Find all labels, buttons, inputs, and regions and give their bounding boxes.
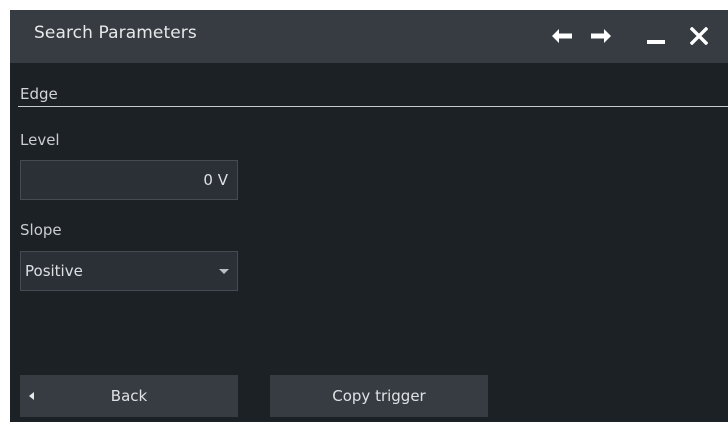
copy-trigger-button-label: Copy trigger <box>332 387 426 405</box>
back-button[interactable]: Back <box>20 375 238 417</box>
slope-select[interactable]: Positive <box>20 251 238 291</box>
section-divider <box>18 106 728 107</box>
slope-label: Slope <box>20 221 62 239</box>
level-input[interactable]: 0 V <box>20 160 238 200</box>
section-title-edge: Edge <box>20 85 58 103</box>
dialog-titlebar: Search Parameters <box>10 10 728 63</box>
dialog-title: Search Parameters <box>34 23 197 43</box>
minimize-icon[interactable] <box>640 20 672 52</box>
back-button-label: Back <box>110 387 148 405</box>
chevron-down-icon <box>219 269 229 274</box>
level-label: Level <box>20 131 60 149</box>
slope-selected-value: Positive <box>25 262 83 280</box>
level-value: 0 V <box>203 171 228 189</box>
arrow-right-icon[interactable] <box>585 20 617 52</box>
close-icon[interactable] <box>683 20 715 52</box>
arrow-left-icon[interactable] <box>546 20 578 52</box>
search-parameters-dialog: Search Parameters Edge Level 0 V Slope P… <box>10 10 728 422</box>
copy-trigger-button[interactable]: Copy trigger <box>270 375 488 417</box>
